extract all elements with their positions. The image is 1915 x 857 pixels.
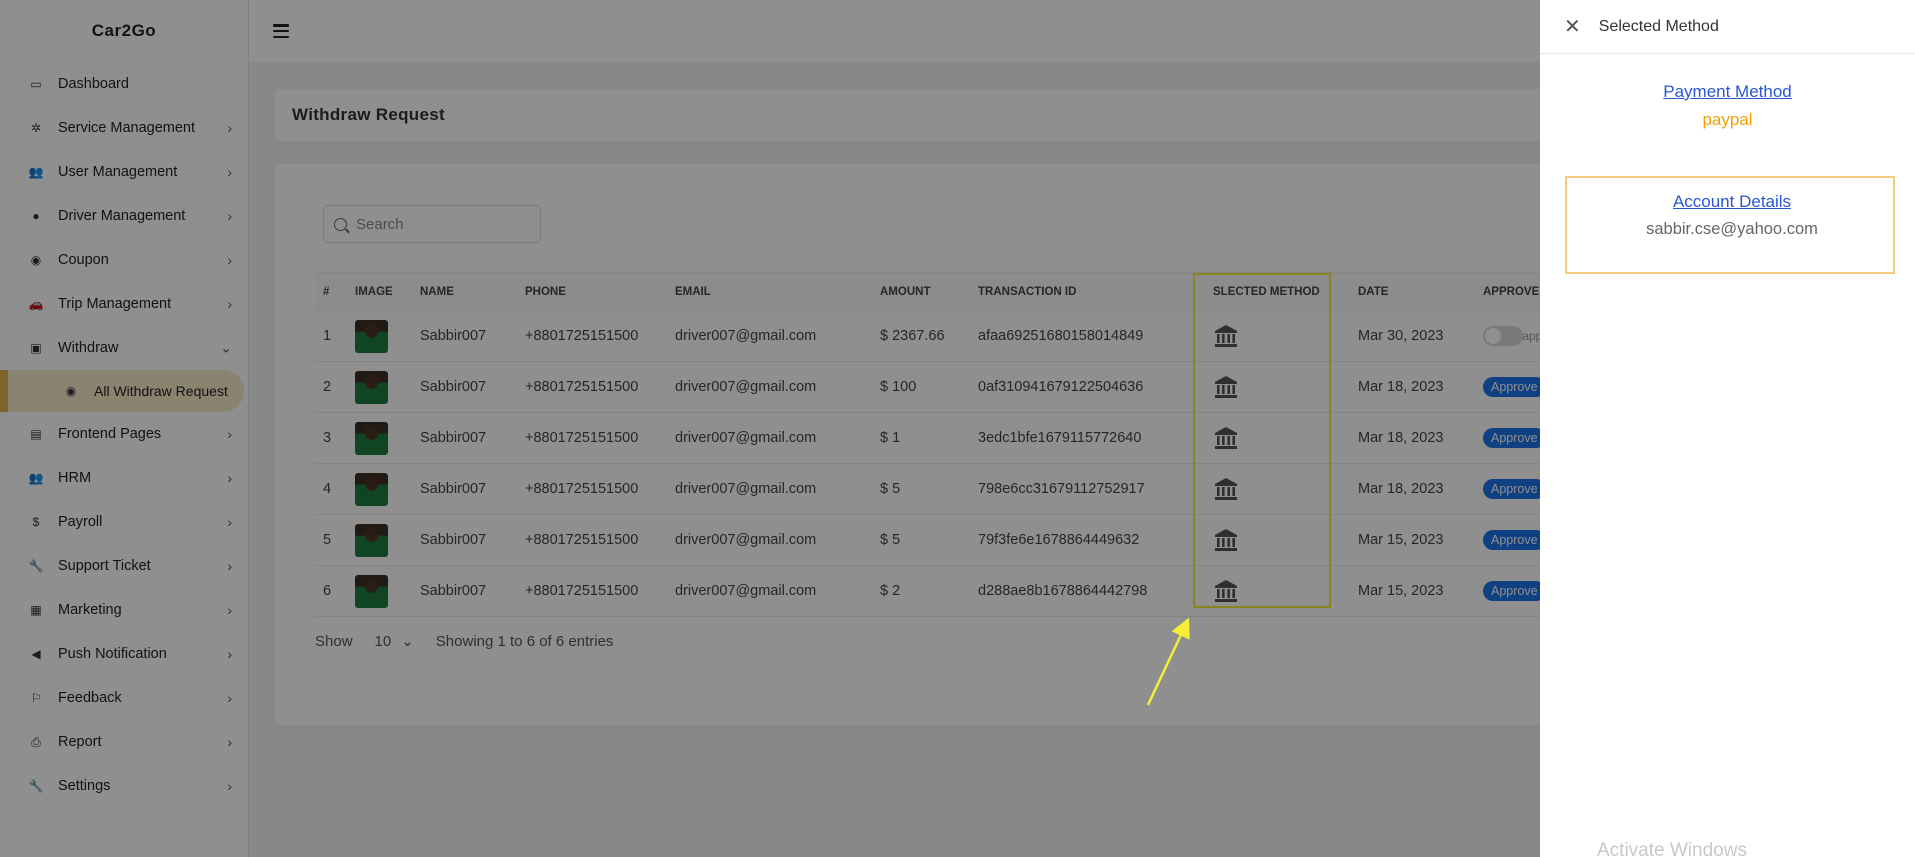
drawer-header: ✕ Selected Method [1540,0,1915,54]
drawer-title: Selected Method [1598,17,1719,35]
account-details-label[interactable]: Account Details [1567,192,1897,212]
activate-windows-watermark: Activate Windows [1597,840,1747,857]
payment-method-value: paypal [1702,110,1753,129]
account-details-value: sabbir.cse@yahoo.com [1646,220,1818,238]
selected-method-drawer: ✕ Selected Method Payment Method paypal … [1540,0,1915,857]
modal-backdrop[interactable] [0,0,1540,857]
payment-method-label[interactable]: Payment Method [1540,82,1915,102]
account-details-box: Account Details sabbir.cse@yahoo.com [1565,176,1895,274]
close-icon[interactable]: ✕ [1564,17,1581,37]
